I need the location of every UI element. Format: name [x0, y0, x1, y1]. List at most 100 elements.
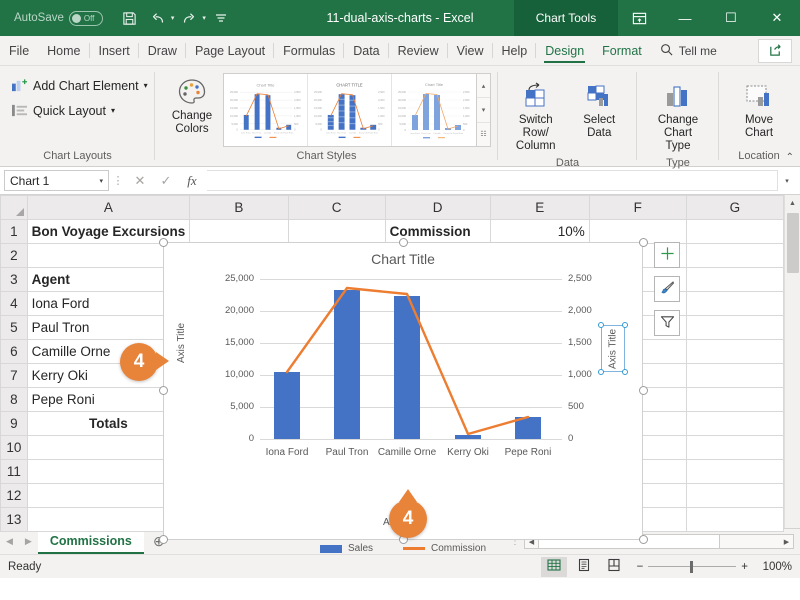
cell-f1[interactable]: [588, 219, 687, 244]
chart-style-thumbnail-2[interactable]: CHART TITLE 25,000 20,000 15,000 10,000 5,00…: [308, 74, 392, 146]
tab-page-layout[interactable]: Page Layout: [186, 36, 275, 65]
sheet-navigation-arrows[interactable]: ◀ ▶: [0, 529, 38, 554]
select-all-corner[interactable]: [0, 195, 28, 220]
quick-layout-caret[interactable]: ▾: [111, 106, 115, 115]
tab-design[interactable]: Design: [536, 36, 593, 65]
move-chart-button[interactable]: Move Chart: [725, 75, 793, 143]
chart-resize-handle-middle-left[interactable]: [159, 386, 168, 395]
column-header-b[interactable]: B: [189, 195, 289, 220]
cell-g11[interactable]: [685, 459, 785, 484]
cell-g1[interactable]: [685, 219, 785, 244]
collapse-ribbon-button[interactable]: ⌃: [786, 152, 794, 163]
tab-formulas[interactable]: Formulas: [274, 36, 345, 65]
primary-axis-title[interactable]: Axis Title: [176, 323, 187, 363]
zoom-slider-knob[interactable]: [690, 560, 694, 573]
chart-legend[interactable]: Sales Commission: [164, 543, 642, 554]
close-button[interactable]: ✕: [754, 0, 800, 36]
row-header-10[interactable]: 10: [0, 435, 28, 460]
zoom-out-button[interactable]: −: [637, 561, 644, 573]
add-chart-element-caret[interactable]: ▾: [144, 81, 148, 90]
column-header-a[interactable]: A: [26, 195, 191, 220]
chart-plot-area[interactable]: 25,000 20,000 15,000 10,000 5,000 0 2,50…: [164, 271, 644, 471]
cell-g9[interactable]: [685, 411, 785, 436]
chart-style-thumbnail-1[interactable]: Chart Title 25,000 20,000 15,000 10,000 5,00…: [224, 74, 308, 146]
cell-g12[interactable]: [685, 483, 785, 508]
axis-title-handle-top-right[interactable]: [622, 322, 628, 328]
change-chart-type-button[interactable]: Change Chart Type: [643, 75, 713, 156]
row-header-8[interactable]: 8: [0, 387, 28, 412]
normal-view-button[interactable]: [540, 556, 567, 577]
undo-icon[interactable]: [145, 5, 171, 31]
autosave-toggle[interactable]: Off: [68, 10, 103, 26]
tab-home[interactable]: Home: [38, 36, 90, 65]
tab-data[interactable]: Data: [344, 36, 390, 65]
zoom-slider-track[interactable]: [648, 560, 737, 573]
ribbon-display-options-icon[interactable]: [616, 0, 662, 36]
chart-resize-handle-top-left[interactable]: [159, 238, 168, 247]
cell-g10[interactable]: [685, 435, 785, 460]
page-layout-view-button[interactable]: [571, 557, 597, 577]
name-box-caret-icon[interactable]: ▾: [99, 177, 103, 185]
cell-g5[interactable]: [685, 315, 785, 340]
row-header-11[interactable]: 11: [0, 459, 28, 484]
chart-style-thumbnail-3[interactable]: Chart Title 25,000 20,000 15,000 10,000 5,00…: [392, 74, 476, 146]
row-header-3[interactable]: 3: [0, 267, 28, 292]
row-header-5[interactable]: 5: [0, 315, 28, 340]
redo-icon[interactable]: [176, 5, 202, 31]
row-header-12[interactable]: 12: [0, 483, 28, 508]
commission-line-series[interactable]: [164, 271, 644, 471]
row-header-4[interactable]: 4: [0, 291, 28, 316]
hscroll-right-icon[interactable]: ▶: [780, 535, 793, 548]
previous-sheet-icon[interactable]: ◀: [6, 536, 13, 547]
select-data-button[interactable]: Select Data: [568, 75, 632, 143]
chart-resize-handle-bottom-left[interactable]: [159, 535, 168, 544]
chart-resize-handle-top-right[interactable]: [639, 238, 648, 247]
zoom-in-button[interactable]: +: [741, 561, 748, 573]
zoom-level-label[interactable]: 100%: [758, 561, 792, 573]
cell-g3[interactable]: [685, 267, 785, 292]
chart-title[interactable]: Chart Title: [164, 251, 642, 267]
tab-format[interactable]: Format: [593, 36, 651, 65]
cell-b1[interactable]: [189, 219, 289, 244]
minimize-button[interactable]: —: [662, 0, 708, 36]
column-header-f[interactable]: F: [588, 195, 687, 220]
vertical-scroll-thumb[interactable]: [786, 213, 799, 273]
name-box[interactable]: Chart 1 ▾: [4, 170, 109, 191]
change-colors-button[interactable]: Change Colors: [161, 71, 223, 139]
customize-quick-access-icon[interactable]: [208, 5, 234, 31]
formula-input[interactable]: [207, 170, 778, 191]
save-icon[interactable]: [117, 5, 143, 31]
switch-row-column-button[interactable]: Switch Row/ Column: [504, 75, 568, 156]
row-header-6[interactable]: 6: [0, 339, 28, 364]
chart-filters-button[interactable]: [654, 310, 680, 336]
vertical-scrollbar[interactable]: ▲: [784, 195, 800, 528]
row-header-7[interactable]: 7: [0, 363, 28, 388]
enter-formula-icon[interactable]: ✓: [153, 170, 179, 192]
tab-insert[interactable]: Insert: [90, 36, 140, 65]
chart-styles-scrollbar[interactable]: ▴ ▾ ☷: [477, 73, 491, 147]
undo-dropdown-caret[interactable]: ▾: [171, 14, 175, 22]
horizontal-scroll-track-rest[interactable]: [720, 535, 780, 548]
redo-dropdown-caret[interactable]: ▾: [202, 14, 206, 22]
cell-c1[interactable]: [287, 219, 386, 244]
page-break-view-button[interactable]: [601, 557, 627, 577]
cell-e1[interactable]: 10%: [489, 219, 590, 244]
sheet-tab-commissions[interactable]: Commissions: [37, 529, 144, 554]
chart-resize-handle-middle-right[interactable]: [639, 386, 648, 395]
secondary-axis-title[interactable]: Axis Title: [601, 325, 625, 372]
axis-title-handle-bottom-right[interactable]: [622, 369, 628, 375]
add-chart-element-button[interactable]: Add Chart Element ▾: [6, 75, 152, 96]
column-header-e[interactable]: E: [489, 195, 590, 220]
gallery-scroll-down-button[interactable]: ▾: [477, 98, 490, 123]
tell-me-box[interactable]: Tell me: [651, 36, 726, 65]
autosave-control[interactable]: AutoSave Off: [14, 10, 103, 26]
chart-styles-gallery[interactable]: Chart Title 25,000 20,000 15,000 10,000 5,00…: [223, 73, 477, 147]
chart-styles-button[interactable]: [654, 276, 680, 302]
tab-help[interactable]: Help: [493, 36, 537, 65]
quick-layout-button[interactable]: Quick Layout ▾: [6, 100, 119, 121]
zoom-slider[interactable]: − +: [637, 561, 748, 573]
gallery-more-button[interactable]: ☷: [477, 123, 490, 146]
maximize-button[interactable]: ☐: [708, 0, 754, 36]
cell-g6[interactable]: [685, 339, 785, 364]
cell-g7[interactable]: [685, 363, 785, 388]
